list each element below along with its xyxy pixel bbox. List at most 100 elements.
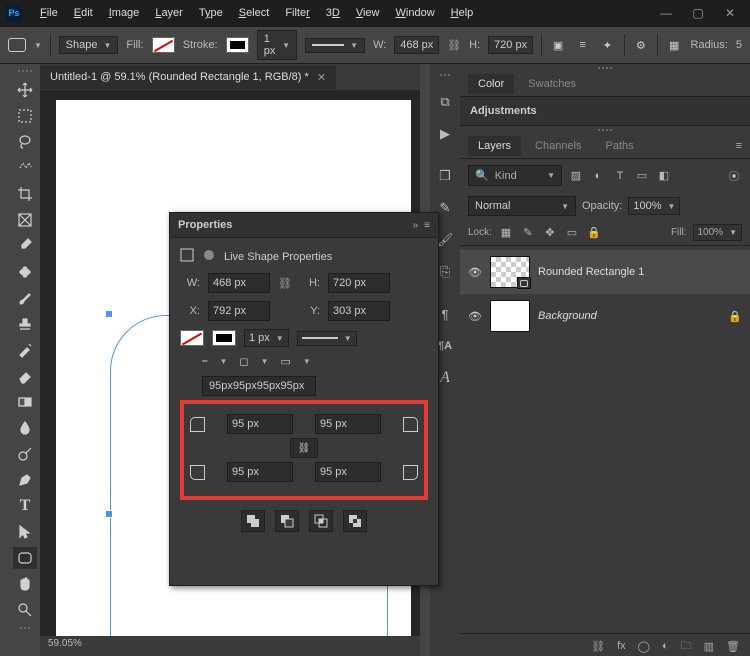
tab-channels[interactable]: Channels (525, 136, 591, 156)
maximize-button[interactable]: ▢ (684, 3, 712, 23)
zoom-tool-icon[interactable] (13, 599, 37, 621)
tool-preset-chevron-icon[interactable]: ▼ (34, 41, 42, 50)
dock-grip[interactable] (436, 74, 454, 79)
prop-fill-swatch[interactable] (180, 330, 204, 346)
corner-tl-input[interactable] (227, 414, 293, 434)
align-chevron[interactable]: ▼ (303, 357, 311, 366)
menu-3d[interactable]: 3D (318, 3, 348, 23)
tab-color[interactable]: Color (468, 74, 514, 94)
tab-layers[interactable]: Layers (468, 136, 521, 156)
lock-icon[interactable]: 🔒 (728, 310, 742, 323)
filter-smart-icon[interactable]: ◧ (656, 168, 672, 184)
link-layers-icon[interactable]: ⛓ (591, 640, 605, 653)
panel-menu-icon[interactable]: ≡ (424, 220, 430, 231)
join-chevron[interactable]: ▼ (261, 357, 269, 366)
link-wh-prop-icon[interactable]: ⛓ (278, 277, 292, 290)
width-input[interactable]: 468 px (394, 36, 439, 54)
hand-tool-icon[interactable] (13, 573, 37, 595)
visibility-icon[interactable]: 👁 (468, 266, 482, 279)
rounded-rect-tool-icon[interactable] (8, 34, 26, 56)
menu-image[interactable]: Image (101, 3, 148, 23)
path-align-icon[interactable]: ≡ (574, 34, 591, 56)
history-panel-icon[interactable]: ⧉ (436, 93, 454, 111)
cap-butt-icon[interactable]: ⎯ (202, 355, 208, 368)
tab-swatches[interactable]: Swatches (518, 74, 586, 94)
type-tool-icon[interactable]: T (13, 495, 37, 517)
rounded-rectangle-tool-icon[interactable] (13, 547, 37, 569)
fill-swatch[interactable] (152, 37, 175, 53)
menu-layer[interactable]: Layer (147, 3, 191, 23)
visibility-icon[interactable]: 👁 (468, 310, 482, 323)
layer-name[interactable]: Background (538, 310, 597, 322)
height-input[interactable]: 720 px (488, 36, 533, 54)
menu-filter[interactable]: Filter (277, 3, 317, 23)
filter-shape-icon[interactable]: ▭ (634, 168, 650, 184)
filter-type-icon[interactable]: T (612, 168, 628, 184)
corner-br-input[interactable] (315, 462, 381, 482)
corner-summary-input[interactable]: 95px95px95px95px (202, 376, 316, 396)
collapse-icon[interactable]: » (413, 220, 419, 231)
adjustments-header[interactable]: Adjustments (460, 97, 750, 126)
link-wh-icon[interactable]: ⛓ (447, 39, 461, 52)
exclude-icon[interactable] (343, 510, 367, 532)
delete-layer-icon[interactable]: 🗑 (726, 640, 740, 653)
path-select-tool-icon[interactable] (13, 521, 37, 543)
fx-icon[interactable]: fx (617, 640, 626, 652)
lock-brush-icon[interactable]: ✎ (520, 225, 536, 241)
menu-edit[interactable]: Edit (66, 3, 101, 23)
new-layer-icon[interactable]: ▥ (704, 640, 714, 653)
history-brush-tool-icon[interactable] (13, 339, 37, 361)
3d-panel-icon[interactable]: ❒ (436, 167, 454, 185)
corner-tr-input[interactable] (315, 414, 381, 434)
blend-mode-select[interactable]: Normal▼ (468, 196, 576, 216)
combine-icon[interactable] (241, 510, 265, 532)
tab-paths[interactable]: Paths (596, 136, 644, 156)
filter-pixel-icon[interactable]: ▨ (568, 168, 584, 184)
actions-panel-icon[interactable]: ▶ (436, 125, 454, 143)
layer-row[interactable]: 👁 Rounded Rectangle 1 (460, 250, 750, 294)
prop-y-input[interactable] (328, 301, 390, 321)
link-corners-icon[interactable]: ⛓ (290, 438, 318, 458)
group-icon[interactable]: 🗀 (681, 637, 692, 656)
radius-value[interactable]: 5 (736, 39, 742, 51)
filter-adjust-icon[interactable]: ◐ (590, 168, 606, 184)
cap-chevron[interactable]: ▼ (220, 357, 228, 366)
fill-opacity-input[interactable]: 100%▼ (693, 224, 743, 241)
document-tab[interactable]: Untitled-1 @ 59.1% (Rounded Rectangle 1,… (40, 66, 336, 89)
lock-all-icon[interactable]: 🔒 (586, 225, 602, 241)
opacity-input[interactable]: 100%▼ (628, 197, 680, 215)
palette-grip-icon[interactable] (16, 70, 34, 75)
align-stroke-icon[interactable]: ▭ (280, 355, 290, 368)
crop-tool-icon[interactable] (13, 183, 37, 205)
quick-select-tool-icon[interactable] (13, 157, 37, 179)
menu-window[interactable]: Window (388, 3, 443, 23)
marquee-tool-icon[interactable] (13, 105, 37, 127)
lock-position-icon[interactable]: ✥ (542, 225, 558, 241)
stroke-swatch[interactable] (226, 37, 249, 53)
menu-file[interactable]: File (32, 3, 66, 23)
panel-menu-icon[interactable]: ≡ (736, 140, 750, 152)
path-operations-icon[interactable]: ▣ (550, 34, 567, 56)
menu-select[interactable]: Select (231, 3, 278, 23)
layer-thumbnail[interactable] (490, 300, 530, 332)
menu-help[interactable]: Help (443, 3, 482, 23)
menu-view[interactable]: View (348, 3, 388, 23)
blur-tool-icon[interactable] (13, 417, 37, 439)
dodge-tool-icon[interactable] (13, 443, 37, 465)
layer-name[interactable]: Rounded Rectangle 1 (538, 266, 644, 278)
prop-x-input[interactable] (208, 301, 270, 321)
stamp-tool-icon[interactable] (13, 313, 37, 335)
healing-tool-icon[interactable] (13, 261, 37, 283)
brush-tool-icon[interactable] (13, 287, 37, 309)
stroke-style-select[interactable]: ▼ (305, 38, 365, 53)
adjustment-layer-icon[interactable]: ◐ (662, 640, 669, 652)
subtract-icon[interactable] (275, 510, 299, 532)
prop-height-input[interactable] (328, 273, 390, 293)
stroke-width-input[interactable]: 1 px▼ (257, 30, 297, 60)
prop-stroke-swatch[interactable] (212, 330, 236, 346)
gradient-tool-icon[interactable] (13, 391, 37, 413)
lock-pixels-icon[interactable]: ▦ (498, 225, 514, 241)
lasso-tool-icon[interactable] (13, 131, 37, 153)
handle-mid-left[interactable] (105, 510, 113, 518)
path-arrange-icon[interactable]: ✦ (599, 34, 616, 56)
